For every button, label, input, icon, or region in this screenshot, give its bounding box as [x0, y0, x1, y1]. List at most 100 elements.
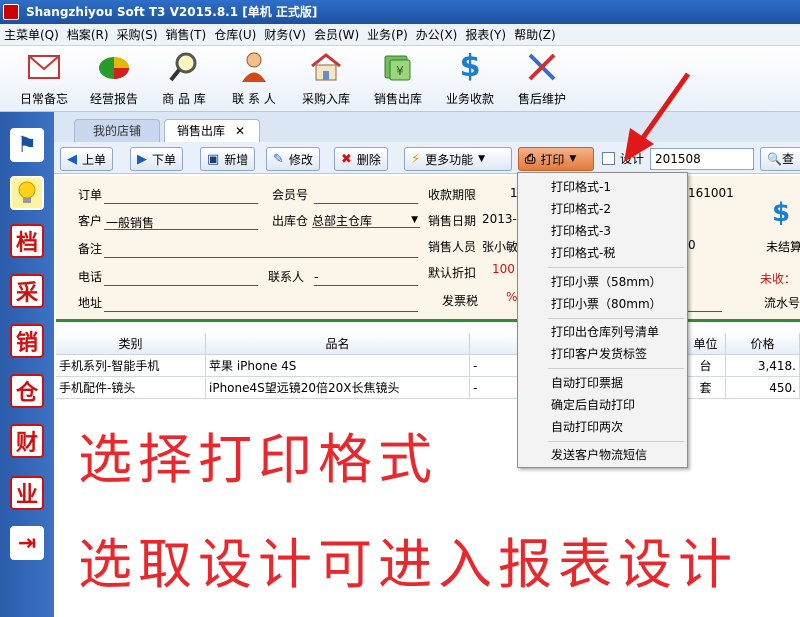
menu-item-auto-print[interactable]: 自动打印票据 — [518, 372, 687, 394]
toolbar-products-button[interactable]: 商 品 库 — [148, 50, 220, 110]
member-label: 会员号 — [272, 188, 309, 202]
chevron-down-icon: ▼ — [569, 154, 577, 164]
column-header-category[interactable]: 类别 — [56, 333, 206, 355]
address-label: 地址 — [78, 296, 103, 310]
extra-field[interactable] — [688, 296, 722, 312]
menu-office[interactable]: 办公(X) — [416, 26, 458, 43]
menu-item-print-after-confirm[interactable]: 确定后自动打印 — [518, 394, 687, 416]
invoice-tax-field[interactable]: % — [506, 290, 517, 304]
menu-item-send-sms[interactable]: 发送客户物流短信 — [518, 444, 687, 466]
menu-item-print-shipping-label[interactable]: 打印客户发货标签 — [518, 343, 687, 365]
table-row-cell[interactable]: 手机系列-智能手机 — [56, 355, 206, 377]
menu-item-receipt-80mm[interactable]: 打印小票（80mm） — [518, 293, 687, 315]
red-arrow-icon — [624, 72, 691, 162]
note-field[interactable] — [104, 242, 418, 258]
menu-archive[interactable]: 档案(R) — [67, 26, 109, 43]
menu-business[interactable]: 业务(P) — [367, 26, 408, 43]
lightning-icon: ⚡ — [411, 151, 421, 167]
tab-sales-out[interactable]: 销售出库 ✕ — [164, 119, 260, 142]
menu-item-print-format-3[interactable]: 打印格式-3 — [518, 220, 687, 242]
table-row-cell[interactable]: 套 — [686, 377, 726, 399]
pie-chart-icon — [97, 50, 131, 84]
customer-label: 客户 — [78, 214, 103, 228]
search-button[interactable]: 🔍查 — [760, 147, 800, 171]
order-field[interactable] — [104, 188, 258, 204]
salesperson-label: 销售人员 — [428, 240, 477, 254]
toolbar-aftersales-button[interactable]: 售后维护 — [506, 50, 578, 110]
menu-warehouse[interactable]: 仓库(U) — [214, 26, 256, 43]
phone-field[interactable] — [104, 270, 258, 286]
menu-item-receipt-58mm[interactable]: 打印小票（58mm） — [518, 271, 687, 293]
contact-label: 联系人 — [268, 270, 305, 284]
menu-item-print-format-2[interactable]: 打印格式-2 — [518, 198, 687, 220]
toolbar-memo-button[interactable]: 日常备忘 — [8, 50, 80, 110]
next-button[interactable]: ▶ 下单 — [130, 147, 184, 171]
add-button[interactable]: ▣ 新增 — [200, 147, 256, 171]
close-icon[interactable]: ✕ — [235, 124, 245, 138]
tools-icon — [525, 50, 559, 84]
table-row-cell[interactable]: 450. — [726, 377, 800, 399]
table-row-cell[interactable]: 苹果 iPhone 4S — [206, 355, 470, 377]
print-dropdown-menu: 打印格式-1 打印格式-2 打印格式-3 打印格式-税 打印小票（58mm） 打… — [517, 172, 688, 468]
toolbar-purchase-in-button[interactable]: 采购入库 — [290, 50, 362, 110]
dollar-icon: $ — [772, 198, 791, 228]
sidebar-business-button[interactable]: 业 — [10, 476, 44, 510]
money-icon: ¥ — [381, 50, 415, 84]
sidebar-purchase-button[interactable]: 采 — [10, 274, 44, 308]
table-row-cell[interactable]: 3,418. — [726, 355, 800, 377]
svg-text:¥: ¥ — [396, 64, 404, 78]
sidebar-archive-button[interactable]: 档 — [10, 224, 44, 258]
menu-item-print-format-tax[interactable]: 打印格式-税 — [518, 242, 687, 264]
toolbar-report-button[interactable]: 经营报告 — [78, 50, 150, 110]
lightbulb-icon[interactable] — [10, 176, 44, 210]
title-bar: Shangzhiyou Soft T3 V2015.8.1 [单机 正式版] — [0, 0, 800, 24]
menu-item-print-format-1[interactable]: 打印格式-1 — [518, 176, 687, 198]
sidebar-warehouse-button[interactable]: 仓 — [10, 374, 44, 408]
member-field[interactable] — [314, 188, 418, 204]
table-row-cell[interactable]: 手机配件-镜头 — [56, 377, 206, 399]
menu-finance[interactable]: 财务(V) — [264, 26, 306, 43]
delete-button[interactable]: ✖ 删除 — [334, 147, 388, 171]
sale-date-field[interactable]: 2013- — [482, 212, 517, 226]
menu-member[interactable]: 会员(W) — [314, 26, 359, 43]
search-icon: 🔍 — [767, 152, 782, 166]
printer-icon: ⎙ — [525, 151, 536, 167]
address-field[interactable] — [104, 296, 418, 312]
menu-separator — [548, 318, 684, 319]
flag-icon[interactable]: ⚑ — [10, 128, 44, 162]
print-button[interactable]: ⎙ 打印 ▼ — [518, 147, 594, 171]
column-header-price[interactable]: 价格 — [726, 333, 800, 355]
column-header-name[interactable]: 品名 — [206, 333, 470, 355]
tab-my-store[interactable]: 我的店铺 — [74, 119, 160, 142]
menu-item-print-serial-list[interactable]: 打印出仓库列号清单 — [518, 321, 687, 343]
toolbar-sales-out-button[interactable]: ¥ 销售出库 — [362, 50, 434, 110]
sidebar-finance-button[interactable]: 财 — [10, 424, 44, 458]
column-header-unit[interactable]: 单位 — [686, 333, 726, 355]
exit-icon[interactable]: ⇥ — [10, 526, 44, 560]
menu-sales[interactable]: 销售(T) — [166, 26, 207, 43]
salesperson-field[interactable]: 张小敏 — [482, 238, 518, 255]
menu-purchase[interactable]: 采购(S) — [117, 26, 158, 43]
sidebar-sales-button[interactable]: 销 — [10, 324, 44, 358]
menu-help[interactable]: 帮助(Z) — [514, 26, 556, 43]
contact-field[interactable]: - — [314, 270, 418, 286]
dollar-icon: $ — [459, 49, 481, 84]
menu-main[interactable]: 主菜单(Q) — [4, 26, 59, 43]
discount-field[interactable]: 100 — [492, 262, 515, 276]
customer-field[interactable]: 一般销售 — [104, 214, 258, 230]
magnifier-icon — [167, 50, 201, 84]
warehouse-select[interactable]: 总部主仓库 ▼ — [312, 212, 420, 228]
tab-sales-out-label: 销售出库 — [177, 124, 226, 138]
toolbar-contacts-button[interactable]: 联 系 人 — [218, 50, 290, 110]
table-row-cell[interactable]: iPhone4S望远镜20倍20X长焦镜头 — [206, 377, 470, 399]
menu-report[interactable]: 报表(Y) — [465, 26, 506, 43]
edit-button[interactable]: ✎ 修改 — [266, 147, 320, 171]
toolbar-receipt-button[interactable]: $ 业务收款 — [434, 50, 506, 110]
more-functions-button[interactable]: ⚡ 更多功能 ▼ — [404, 147, 512, 171]
arrow-right-icon: ▶ — [137, 151, 147, 167]
table-row-cell[interactable]: 台 — [686, 355, 726, 377]
menu-item-print-twice[interactable]: 自动打印两次 — [518, 416, 687, 438]
house-icon — [309, 50, 343, 84]
warehouse-label: 出库仓 — [272, 214, 309, 228]
prev-button[interactable]: ◀ 上单 — [60, 147, 114, 171]
